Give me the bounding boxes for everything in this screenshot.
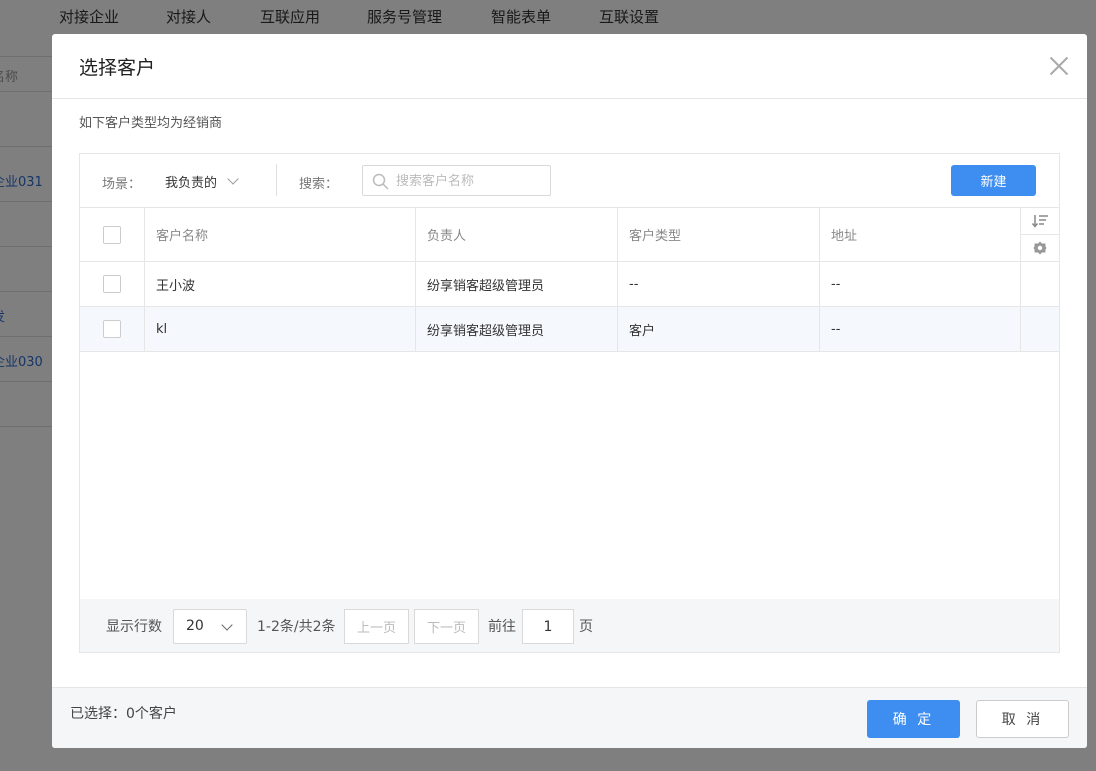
row-checkbox-cell xyxy=(80,262,145,306)
column-header-name[interactable]: 客户名称 xyxy=(145,208,416,261)
cancel-button[interactable]: 取 消 xyxy=(976,700,1069,738)
row-checkbox[interactable] xyxy=(103,275,121,293)
page-number-input[interactable] xyxy=(522,609,574,644)
column-header-owner[interactable]: 负责人 xyxy=(416,208,618,261)
search-box[interactable] xyxy=(362,165,551,196)
sort-icon[interactable] xyxy=(1021,208,1059,234)
new-customer-button[interactable]: 新建 xyxy=(951,165,1036,196)
page-size-value: 20 xyxy=(186,618,204,634)
search-label: 搜索： xyxy=(299,177,339,192)
chevron-down-icon xyxy=(221,619,233,631)
cell-tools xyxy=(1021,262,1059,306)
page-size-select[interactable]: 20 xyxy=(173,609,247,644)
cell-tools xyxy=(1021,307,1059,351)
customer-table: 客户名称 负责人 客户类型 地址 王小波 纷享销客超级管理员 -- -- kl … xyxy=(80,208,1059,352)
scene-dropdown[interactable]: 我负责的 xyxy=(165,170,239,192)
cell-type: -- xyxy=(618,262,820,306)
select-customer-dialog: 选择客户 如下客户类型均为经销商 场景： 我负责的 搜索： 新建 xyxy=(52,34,1087,748)
cell-owner: 纷享销客超级管理员 xyxy=(416,262,618,306)
dialog-title: 选择客户 xyxy=(79,57,156,79)
table-header-row: 客户名称 负责人 客户类型 地址 xyxy=(80,208,1059,262)
toolbar-divider xyxy=(276,164,277,196)
column-header-address[interactable]: 地址 xyxy=(820,208,1021,261)
cell-address: -- xyxy=(820,307,1021,351)
rows-per-page-label: 显示行数 xyxy=(106,619,162,635)
table-row[interactable]: 王小波 纷享销客超级管理员 -- -- xyxy=(80,262,1059,307)
select-all-checkbox[interactable] xyxy=(103,225,121,244)
scene-label: 场景： xyxy=(102,177,142,192)
goto-label: 前往 xyxy=(488,619,516,635)
customer-type-hint: 如下客户类型均为经销商 xyxy=(79,116,223,131)
row-checkbox-cell xyxy=(80,307,145,351)
search-icon xyxy=(372,173,389,190)
dialog-footer: 已选择：0个客户 确 定 取 消 xyxy=(52,687,1087,748)
confirm-button[interactable]: 确 定 xyxy=(867,700,960,738)
scene-value: 我负责的 xyxy=(165,175,218,191)
table-row[interactable]: kl 纷享销客超级管理员 客户 -- xyxy=(80,307,1059,352)
column-tools xyxy=(1021,208,1059,261)
page-suffix: 页 xyxy=(579,619,593,635)
cell-name: kl xyxy=(145,307,416,351)
pagination-bar: 显示行数 20 1-2条/共2条 上一页 下一页 前往 页 xyxy=(80,599,1059,652)
next-page-button[interactable]: 下一页 xyxy=(414,609,479,644)
search-input[interactable] xyxy=(396,171,546,191)
cell-type: 客户 xyxy=(618,307,820,351)
cell-owner: 纷享销客超级管理员 xyxy=(416,307,618,351)
page-range-text: 1-2条/共2条 xyxy=(257,619,336,635)
customer-picker-panel: 场景： 我负责的 搜索： 新建 客户名称 负责人 xyxy=(79,153,1060,653)
prev-page-button[interactable]: 上一页 xyxy=(344,609,409,644)
selected-count: 已选择：0个客户 xyxy=(70,706,177,722)
cell-address: -- xyxy=(820,262,1021,306)
cell-name: 王小波 xyxy=(145,262,416,306)
header-checkbox-cell xyxy=(80,208,145,261)
close-icon[interactable] xyxy=(1047,54,1071,78)
chevron-down-icon xyxy=(227,172,239,185)
dialog-header: 选择客户 xyxy=(52,34,1087,99)
filter-toolbar: 场景： 我负责的 搜索： 新建 xyxy=(80,154,1059,208)
column-header-type[interactable]: 客户类型 xyxy=(618,208,820,261)
gear-icon[interactable] xyxy=(1021,234,1059,261)
row-checkbox[interactable] xyxy=(103,320,121,338)
